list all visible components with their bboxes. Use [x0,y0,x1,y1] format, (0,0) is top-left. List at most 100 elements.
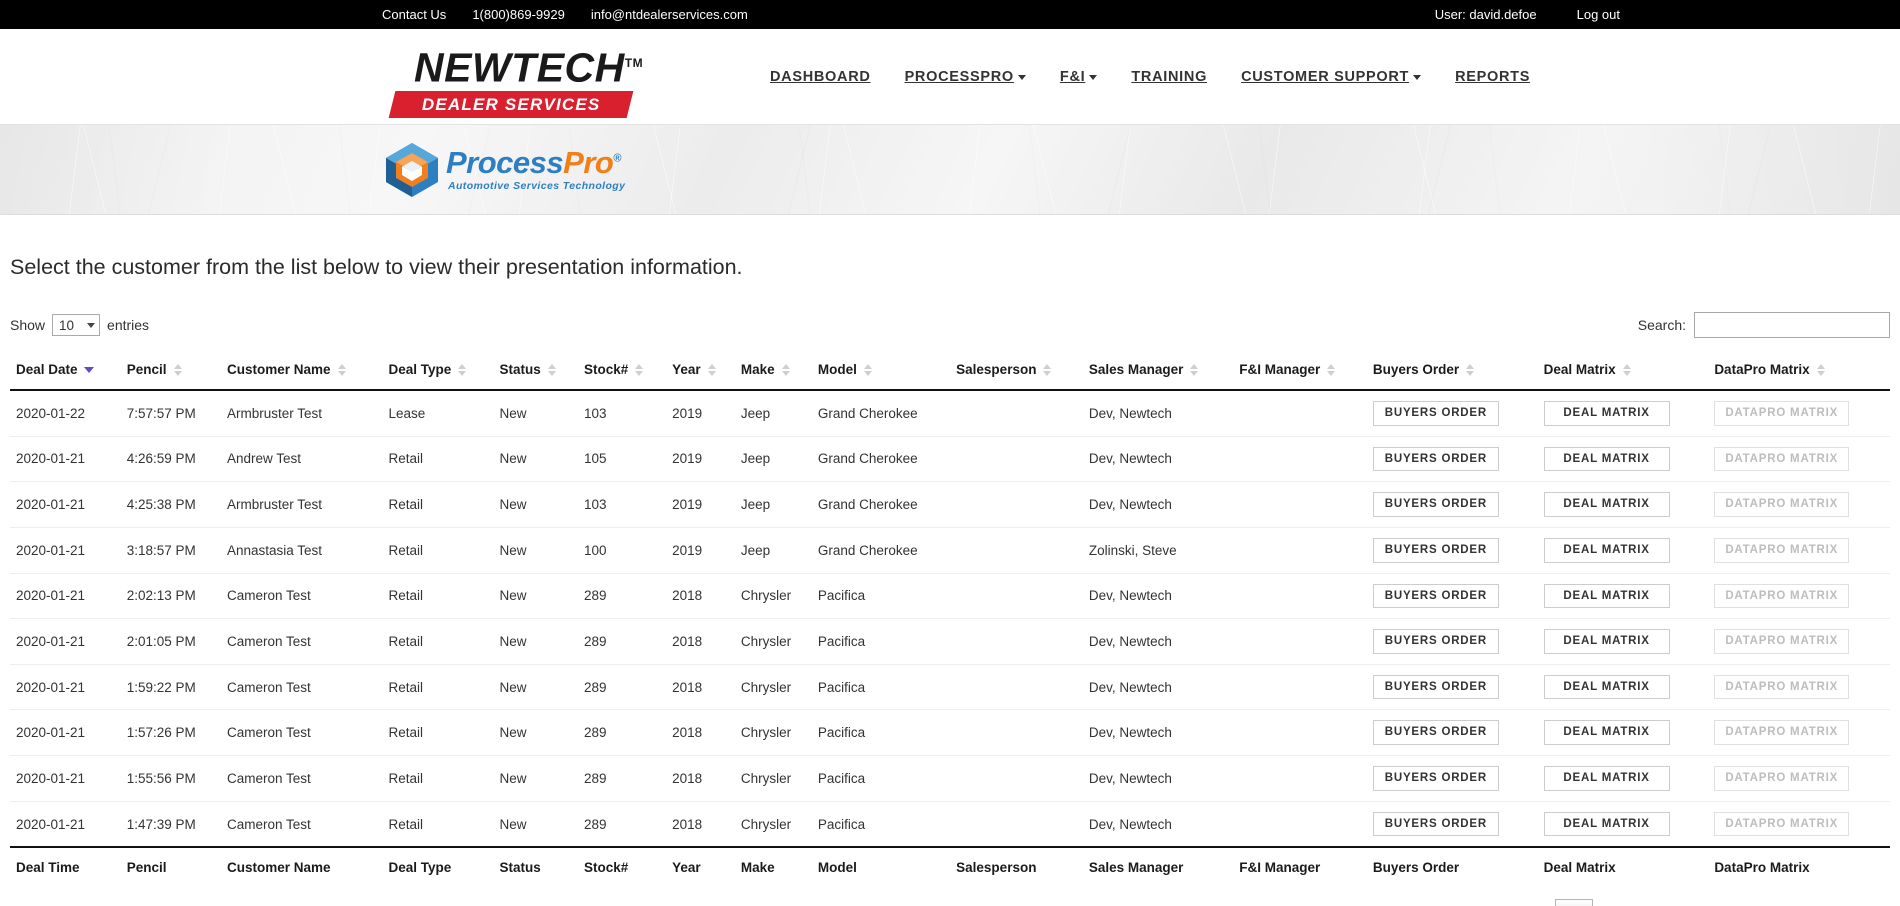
top-utility-bar: Contact Us 1(800)869-9929 info@ntdealers… [0,0,1900,29]
pagination-page-4[interactable]: 4 [1668,899,1706,906]
model-cell: Pacifica [811,573,951,620]
buyers-order-button[interactable]: BUYERS ORDER [1372,537,1499,563]
nav-item-processpro[interactable]: PROCESSPRO [905,69,1026,85]
datapro-matrix-button: DATAPRO MATRIX [1714,583,1850,609]
pagination-page-1[interactable]: 1 [1554,899,1593,906]
deal-type-cell: Retail [382,801,494,848]
buyers-order-button[interactable]: BUYERS ORDER [1372,811,1499,837]
table-row[interactable]: 2020-01-21 4:25:38 PM Armbruster Test Retai… [10,481,1890,528]
email-link[interactable]: info@ntdealerservices.com [591,7,748,22]
table-row[interactable]: 2020-01-21 3:18:57 PM Annastasia Test Retai… [10,527,1890,574]
col-header-year[interactable]: Year [666,352,735,391]
nav-item-reports[interactable]: REPORTS [1455,69,1530,85]
nav-label-processpro: PROCESSPRO [904,68,1014,85]
buyers-order-button[interactable]: BUYERS ORDER [1372,492,1499,517]
foot-label-fi-manager: F&I Manager [1233,846,1367,886]
deal-matrix-button[interactable]: DEAL MATRIX [1543,766,1670,791]
buyers-order-button[interactable]: BUYERS ORDER [1372,766,1499,791]
pagination-previous[interactable]: Previous [1471,899,1555,906]
buyers-order-button[interactable]: BUYERS ORDER [1372,629,1499,654]
table-row[interactable]: 2020-01-21 1:55:56 PM Cameron Test Retail Ne… [10,755,1890,802]
col-header-salesperson[interactable]: Salesperson [950,352,1083,391]
deal-matrix-button[interactable]: DEAL MATRIX [1543,446,1670,472]
sales-manager-cell: Dev, Newtech [1082,618,1234,665]
pencil-cell: 4:25:38 PM [120,481,221,528]
col-label-fi-manager: F&I Manager [1239,362,1321,377]
table-row[interactable]: 2020-01-21 2:01:05 PM Cameron Test Retail Ne… [10,618,1890,665]
fi-manager-cell [1233,527,1367,574]
col-header-stock[interactable]: Stock# [577,352,667,391]
table-row[interactable]: 2020-01-21 4:26:59 PM Andrew Test Retail New… [10,436,1890,483]
deal-matrix-button[interactable]: DEAL MATRIX [1543,720,1670,746]
buyers-order-button[interactable]: BUYERS ORDER [1372,446,1499,472]
buyers-order-button[interactable]: BUYERS ORDER [1372,401,1499,426]
deal-matrix-button[interactable]: DEAL MATRIX [1543,811,1670,837]
buyers-order-button[interactable]: BUYERS ORDER [1372,720,1499,746]
col-header-deal-date[interactable]: Deal Date [10,352,121,391]
nav-item-fi[interactable]: F&I [1060,69,1098,85]
deal-date-cell: 2020-01-21 [10,527,121,574]
pagination-page-15[interactable]: 15 [1786,899,1832,906]
buyers-order-button[interactable]: BUYERS ORDER [1372,674,1499,700]
col-header-make[interactable]: Make [734,352,812,391]
contact-us-link[interactable]: Contact Us [382,7,446,22]
nav-item-dashboard[interactable]: DASHBOARD [770,69,871,85]
salesperson-cell [950,481,1083,528]
table-row[interactable]: 2020-01-21 1:57:26 PM Cameron Test Retail Ne… [10,709,1890,757]
deal-matrix-button[interactable]: DEAL MATRIX [1543,629,1670,654]
table-row[interactable]: 2020-01-22 7:57:57 PM Armbruster Test Lease… [10,390,1890,437]
search-input[interactable] [1694,312,1890,338]
nav-item-customer-support[interactable]: CUSTOMER SUPPORT [1241,69,1422,85]
col-header-sales-manager[interactable]: Sales Manager [1082,352,1234,391]
table-row[interactable]: 2020-01-21 2:02:13 PM Cameron Test Retail Ne… [10,573,1890,620]
deal-matrix-button[interactable]: DEAL MATRIX [1543,401,1670,426]
pagination-next[interactable]: Next [1831,899,1890,906]
col-header-deal-type[interactable]: Deal Type [382,352,494,391]
col-header-status[interactable]: Status [493,352,578,391]
table-row[interactable]: 2020-01-21 1:59:22 PM Cameron Test Retail Ne… [10,664,1890,711]
buyers-order-cell: BUYERS ORDER [1366,664,1538,711]
table-row[interactable]: 2020-01-21 1:47:39 PM Cameron Test Retail Ne… [10,801,1890,848]
chevron-down-icon [87,322,96,328]
datapro-matrix-button: DATAPRO MATRIX [1714,629,1850,654]
customer-name-cell: Armbruster Test [221,481,383,528]
make-cell: Chrysler [734,801,812,848]
deal-matrix-button[interactable]: DEAL MATRIX [1543,674,1670,700]
col-header-datapro-matrix[interactable]: DataPro Matrix [1708,352,1890,391]
datapro-matrix-button: DATAPRO MATRIX [1714,446,1850,472]
fi-manager-cell [1233,618,1367,665]
col-header-customer-name[interactable]: Customer Name [221,352,383,391]
col-header-model[interactable]: Model [811,352,951,391]
processpro-cube-icon [386,142,438,197]
phone-link[interactable]: 1(800)869-9929 [472,7,565,22]
deal-matrix-button[interactable]: DEAL MATRIX [1543,492,1670,517]
newtech-logo[interactable]: NEWTECHTM DEALER SERVICES [388,41,643,119]
pagination-page-3[interactable]: 3 [1631,899,1669,906]
col-header-deal-matrix[interactable]: Deal Matrix [1537,352,1709,391]
buyers-order-button[interactable]: BUYERS ORDER [1372,583,1499,609]
model-cell: Pacifica [811,709,951,757]
customer-name-cell: Cameron Test [221,755,383,802]
deal-matrix-button[interactable]: DEAL MATRIX [1543,583,1670,609]
year-cell: 2019 [666,527,735,574]
pagination-page-2[interactable]: 2 [1593,899,1631,906]
nav-item-training[interactable]: TRAINING [1131,69,1207,85]
nav-label-reports: REPORTS [1455,68,1531,85]
make-cell: Chrysler [734,618,812,665]
datapro-matrix-cell: DATAPRO MATRIX [1708,801,1890,848]
log-out-link[interactable]: Log out [1577,7,1620,22]
page-length-select[interactable]: 10 [52,314,101,336]
datapro-matrix-button: DATAPRO MATRIX [1714,720,1850,746]
col-header-pencil[interactable]: Pencil [120,352,221,391]
deal-date-cell: 2020-01-21 [10,436,121,483]
sort-icon [458,364,467,377]
foot-label-pencil: Pencil [120,846,221,886]
deal-matrix-button[interactable]: DEAL MATRIX [1543,537,1670,563]
pagination-page-5[interactable]: 5 [1706,899,1744,906]
deal-matrix-cell: DEAL MATRIX [1537,390,1709,437]
datapro-matrix-cell: DATAPRO MATRIX [1708,664,1890,711]
col-header-fi-manager[interactable]: F&I Manager [1233,352,1367,391]
col-header-buyers-order[interactable]: Buyers Order [1366,352,1538,391]
chevron-down-icon [1089,75,1098,80]
pagination: Previous12345...15Next [1471,899,1891,906]
